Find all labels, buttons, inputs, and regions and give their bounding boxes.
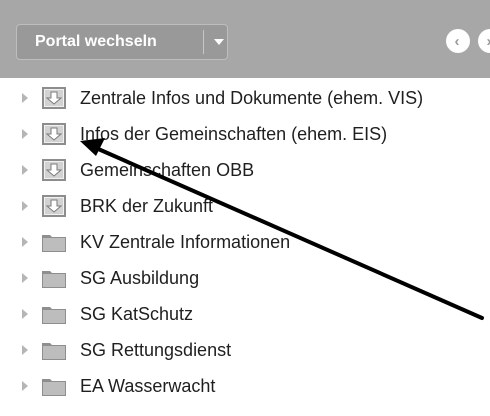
annotation-arrow xyxy=(80,138,484,320)
